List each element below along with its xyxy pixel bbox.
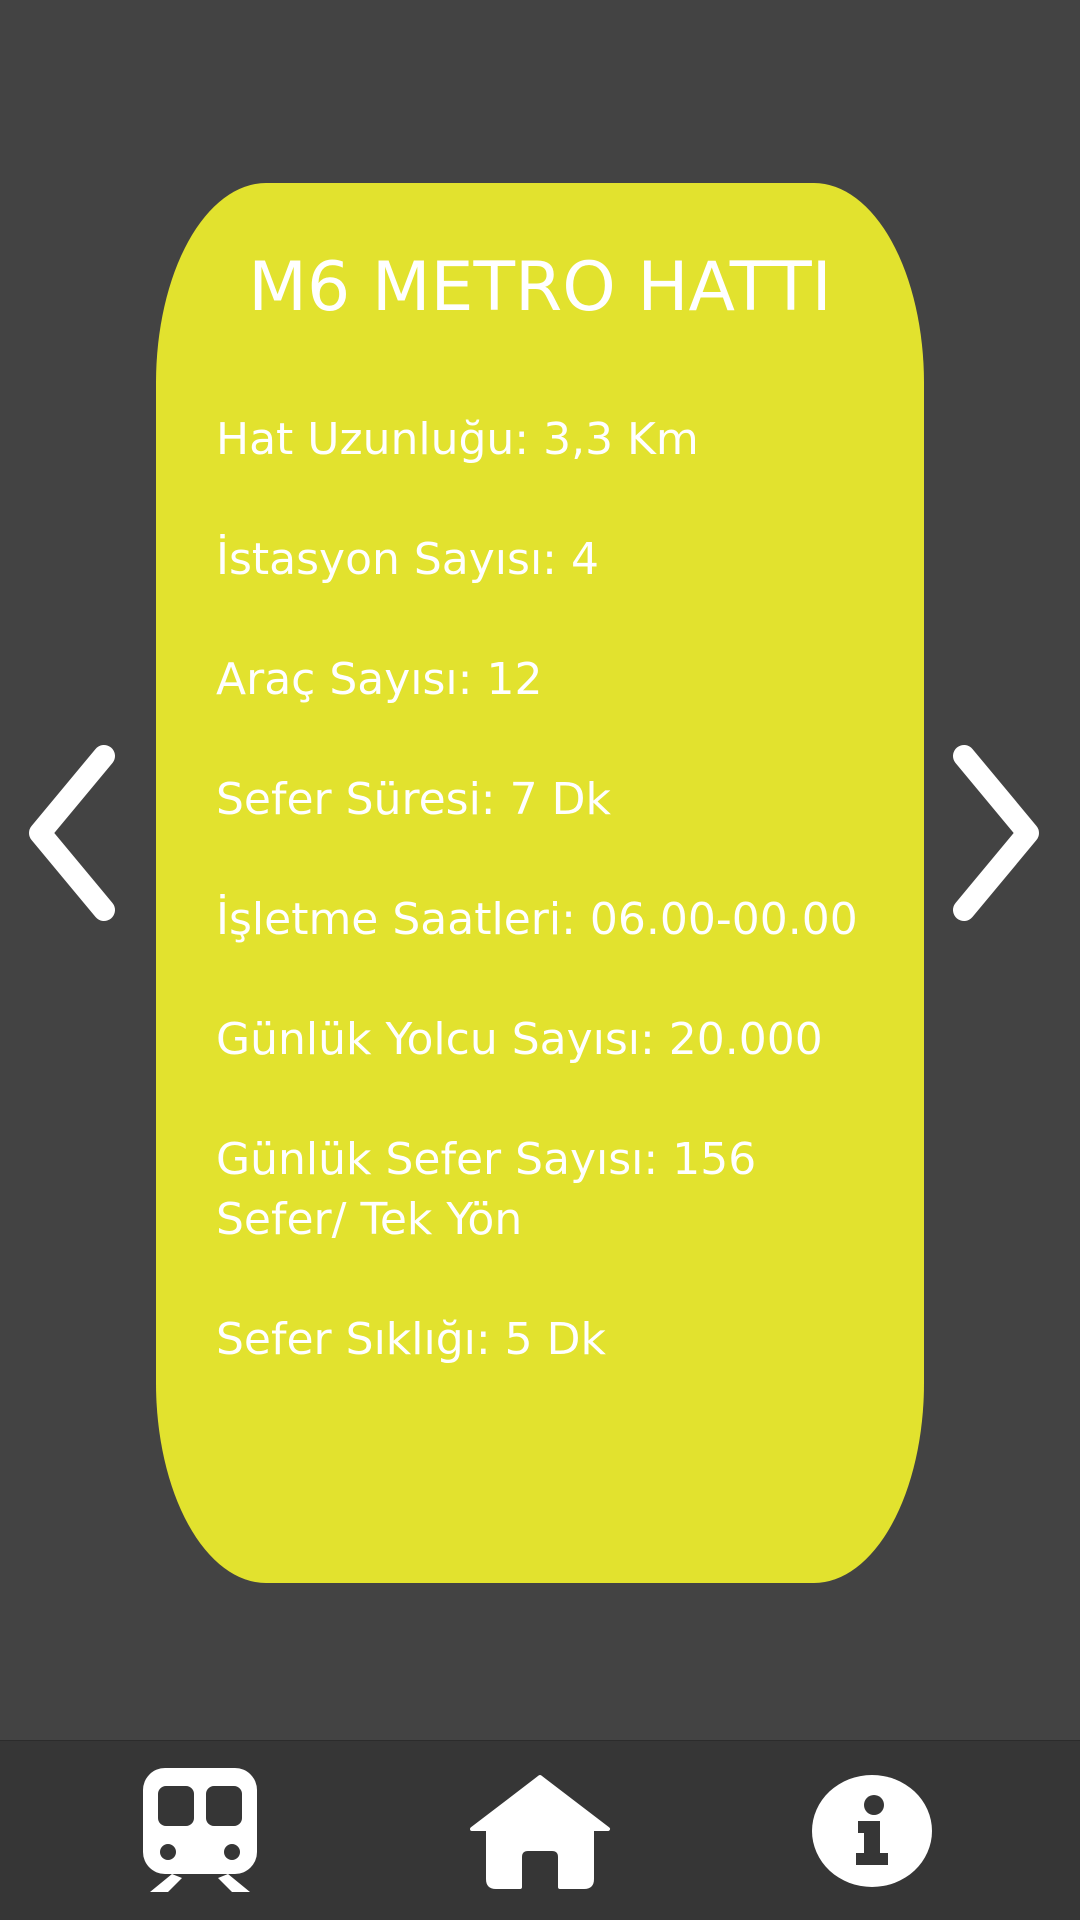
info-line-length: Hat Uzunluğu: 3,3 Km bbox=[216, 414, 699, 465]
screen: M6 METRO HATTI Hat Uzunluğu: 3,3 Km İsta… bbox=[0, 0, 1080, 1920]
train-icon bbox=[143, 1768, 257, 1892]
previous-button[interactable] bbox=[20, 740, 120, 930]
chevron-right-icon bbox=[953, 745, 1039, 921]
chevron-left-icon bbox=[29, 745, 115, 921]
info-operating-hours: İşletme Saatleri: 06.00-00.00 bbox=[216, 894, 858, 945]
tab-metro[interactable] bbox=[120, 1741, 280, 1920]
home-icon bbox=[470, 1775, 610, 1889]
bottom-tab-bar bbox=[0, 1740, 1080, 1920]
tab-info[interactable] bbox=[792, 1741, 952, 1920]
info-station-count: İstasyon Sayısı: 4 bbox=[216, 534, 599, 585]
info-list: Hat Uzunluğu: 3,3 Km İstasyon Sayısı: 4 … bbox=[216, 410, 896, 1430]
info-trip-duration: Sefer Süresi: 7 Dk bbox=[216, 774, 611, 825]
info-daily-trips: Günlük Sefer Sayısı: 156 Sefer/ Tek Yön bbox=[216, 1134, 757, 1245]
info-daily-passengers: Günlük Yolcu Sayısı: 20.000 bbox=[216, 1014, 823, 1065]
next-button[interactable] bbox=[948, 740, 1048, 930]
card-title: M6 METRO HATTI bbox=[248, 248, 832, 327]
info-trip-frequency: Sefer Sıklığı: 5 Dk bbox=[216, 1314, 607, 1365]
tab-home[interactable] bbox=[460, 1741, 620, 1920]
info-vehicle-count: Araç Sayısı: 12 bbox=[216, 654, 543, 705]
info-icon bbox=[812, 1775, 932, 1887]
